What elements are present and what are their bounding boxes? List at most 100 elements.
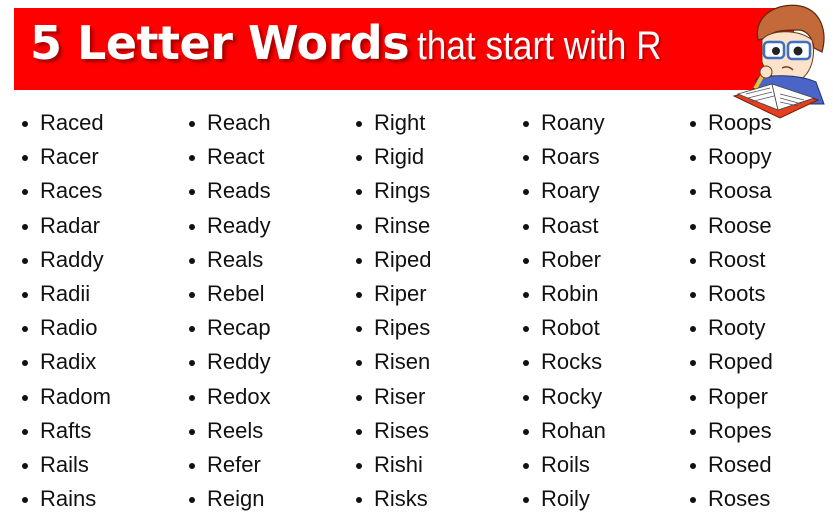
bullet-icon (189, 326, 195, 333)
bullet-icon (356, 189, 362, 196)
list-item: Robot (523, 311, 606, 345)
list-item: Raced (22, 106, 111, 140)
list-item: Roopy (690, 140, 773, 174)
list-item: Raddy (22, 243, 111, 277)
list-item: Recap (189, 311, 271, 345)
list-item: Rinse (356, 209, 431, 243)
list-item: Roped (690, 345, 773, 379)
list-item: Refer (189, 448, 271, 482)
list-item: Rocks (523, 345, 606, 379)
list-item: Rains (22, 482, 111, 516)
list-item: Robin (523, 277, 606, 311)
list-item: Roars (523, 140, 606, 174)
list-item: Races (22, 174, 111, 208)
list-item: Radio (22, 311, 111, 345)
list-item: Risen (356, 345, 431, 379)
bullet-icon (523, 326, 529, 333)
bullet-icon (523, 155, 529, 162)
bullet-icon (356, 291, 362, 298)
list-item: Rishi (356, 448, 431, 482)
bullet-icon (690, 497, 696, 504)
bullet-icon (523, 257, 529, 264)
bullet-icon (189, 291, 195, 298)
bullet-icon (22, 462, 28, 469)
list-item: Reals (189, 243, 271, 277)
bullet-icon (356, 462, 362, 469)
bullet-icon (523, 189, 529, 196)
list-item: Rails (22, 448, 111, 482)
list-item: Rafts (22, 414, 111, 448)
bullet-icon (690, 462, 696, 469)
bullet-icon (690, 121, 696, 127)
bullet-icon (690, 189, 696, 196)
list-item: Riser (356, 380, 431, 414)
list-item: Ready (189, 209, 271, 243)
bullet-icon (189, 121, 195, 127)
mascot-reader-icon (732, 4, 825, 119)
title-subtitle: that start with R (417, 24, 662, 68)
bullet-icon (690, 428, 696, 435)
bullet-icon (523, 291, 529, 298)
list-item: Riper (356, 277, 431, 311)
bullet-icon (22, 428, 28, 435)
bullet-icon (189, 189, 195, 196)
bullet-icon (356, 428, 362, 435)
list-item: Radar (22, 209, 111, 243)
bullet-icon (356, 155, 362, 162)
bullet-icon (523, 360, 529, 367)
list-item: Racer (22, 140, 111, 174)
list-item: Radix (22, 345, 111, 379)
bullet-icon (523, 428, 529, 435)
bullet-icon (22, 121, 28, 127)
bullet-icon (523, 121, 529, 127)
list-item: Reddy (189, 345, 271, 379)
list-item: Roops (690, 106, 773, 140)
bullet-icon (523, 223, 529, 230)
bullet-icon (22, 223, 28, 230)
bullet-icon (690, 257, 696, 264)
bullet-icon (356, 497, 362, 504)
bullet-icon (690, 360, 696, 367)
bullet-icon (22, 155, 28, 162)
word-column-5: Roops Roopy Roosa Roose Roost Roots Root… (690, 106, 773, 516)
bullet-icon (189, 394, 195, 401)
list-item: React (189, 140, 271, 174)
bullet-icon (356, 394, 362, 401)
list-item: Reads (189, 174, 271, 208)
bullet-icon (690, 223, 696, 230)
list-item: Right (356, 106, 431, 140)
list-item: Roosa (690, 174, 773, 208)
bullet-icon (189, 428, 195, 435)
bullet-icon (690, 394, 696, 401)
list-item: Risks (356, 482, 431, 516)
list-item: Reels (189, 414, 271, 448)
list-item: Rober (523, 243, 606, 277)
list-item: Ripes (356, 311, 431, 345)
bullet-icon (356, 257, 362, 264)
bullet-icon (189, 257, 195, 264)
list-item: Roary (523, 174, 606, 208)
list-item: Redox (189, 380, 271, 414)
list-item: Roils (523, 448, 606, 482)
bullet-icon (356, 360, 362, 367)
word-column-1: Raced Racer Races Radar Raddy Radii Radi… (22, 106, 111, 516)
word-column-4: Roany Roars Roary Roast Rober Robin Robo… (523, 106, 606, 516)
list-item: Radii (22, 277, 111, 311)
bullet-icon (22, 291, 28, 298)
word-column-3: Right Rigid Rings Rinse Riped Riper Ripe… (356, 106, 431, 516)
bullet-icon (690, 326, 696, 333)
list-item: Reach (189, 106, 271, 140)
bullet-icon (189, 497, 195, 504)
list-item: Rebel (189, 277, 271, 311)
page-title: 5 Letter Words that start with R (30, 20, 695, 66)
list-item: Rohan (523, 414, 606, 448)
bullet-icon (189, 462, 195, 469)
bullet-icon (22, 394, 28, 401)
bullet-icon (690, 291, 696, 298)
bullet-icon (189, 360, 195, 367)
bullet-icon (22, 189, 28, 196)
list-item: Roany (523, 106, 606, 140)
list-item: Rooty (690, 311, 773, 345)
bullet-icon (523, 497, 529, 504)
list-item: Rises (356, 414, 431, 448)
